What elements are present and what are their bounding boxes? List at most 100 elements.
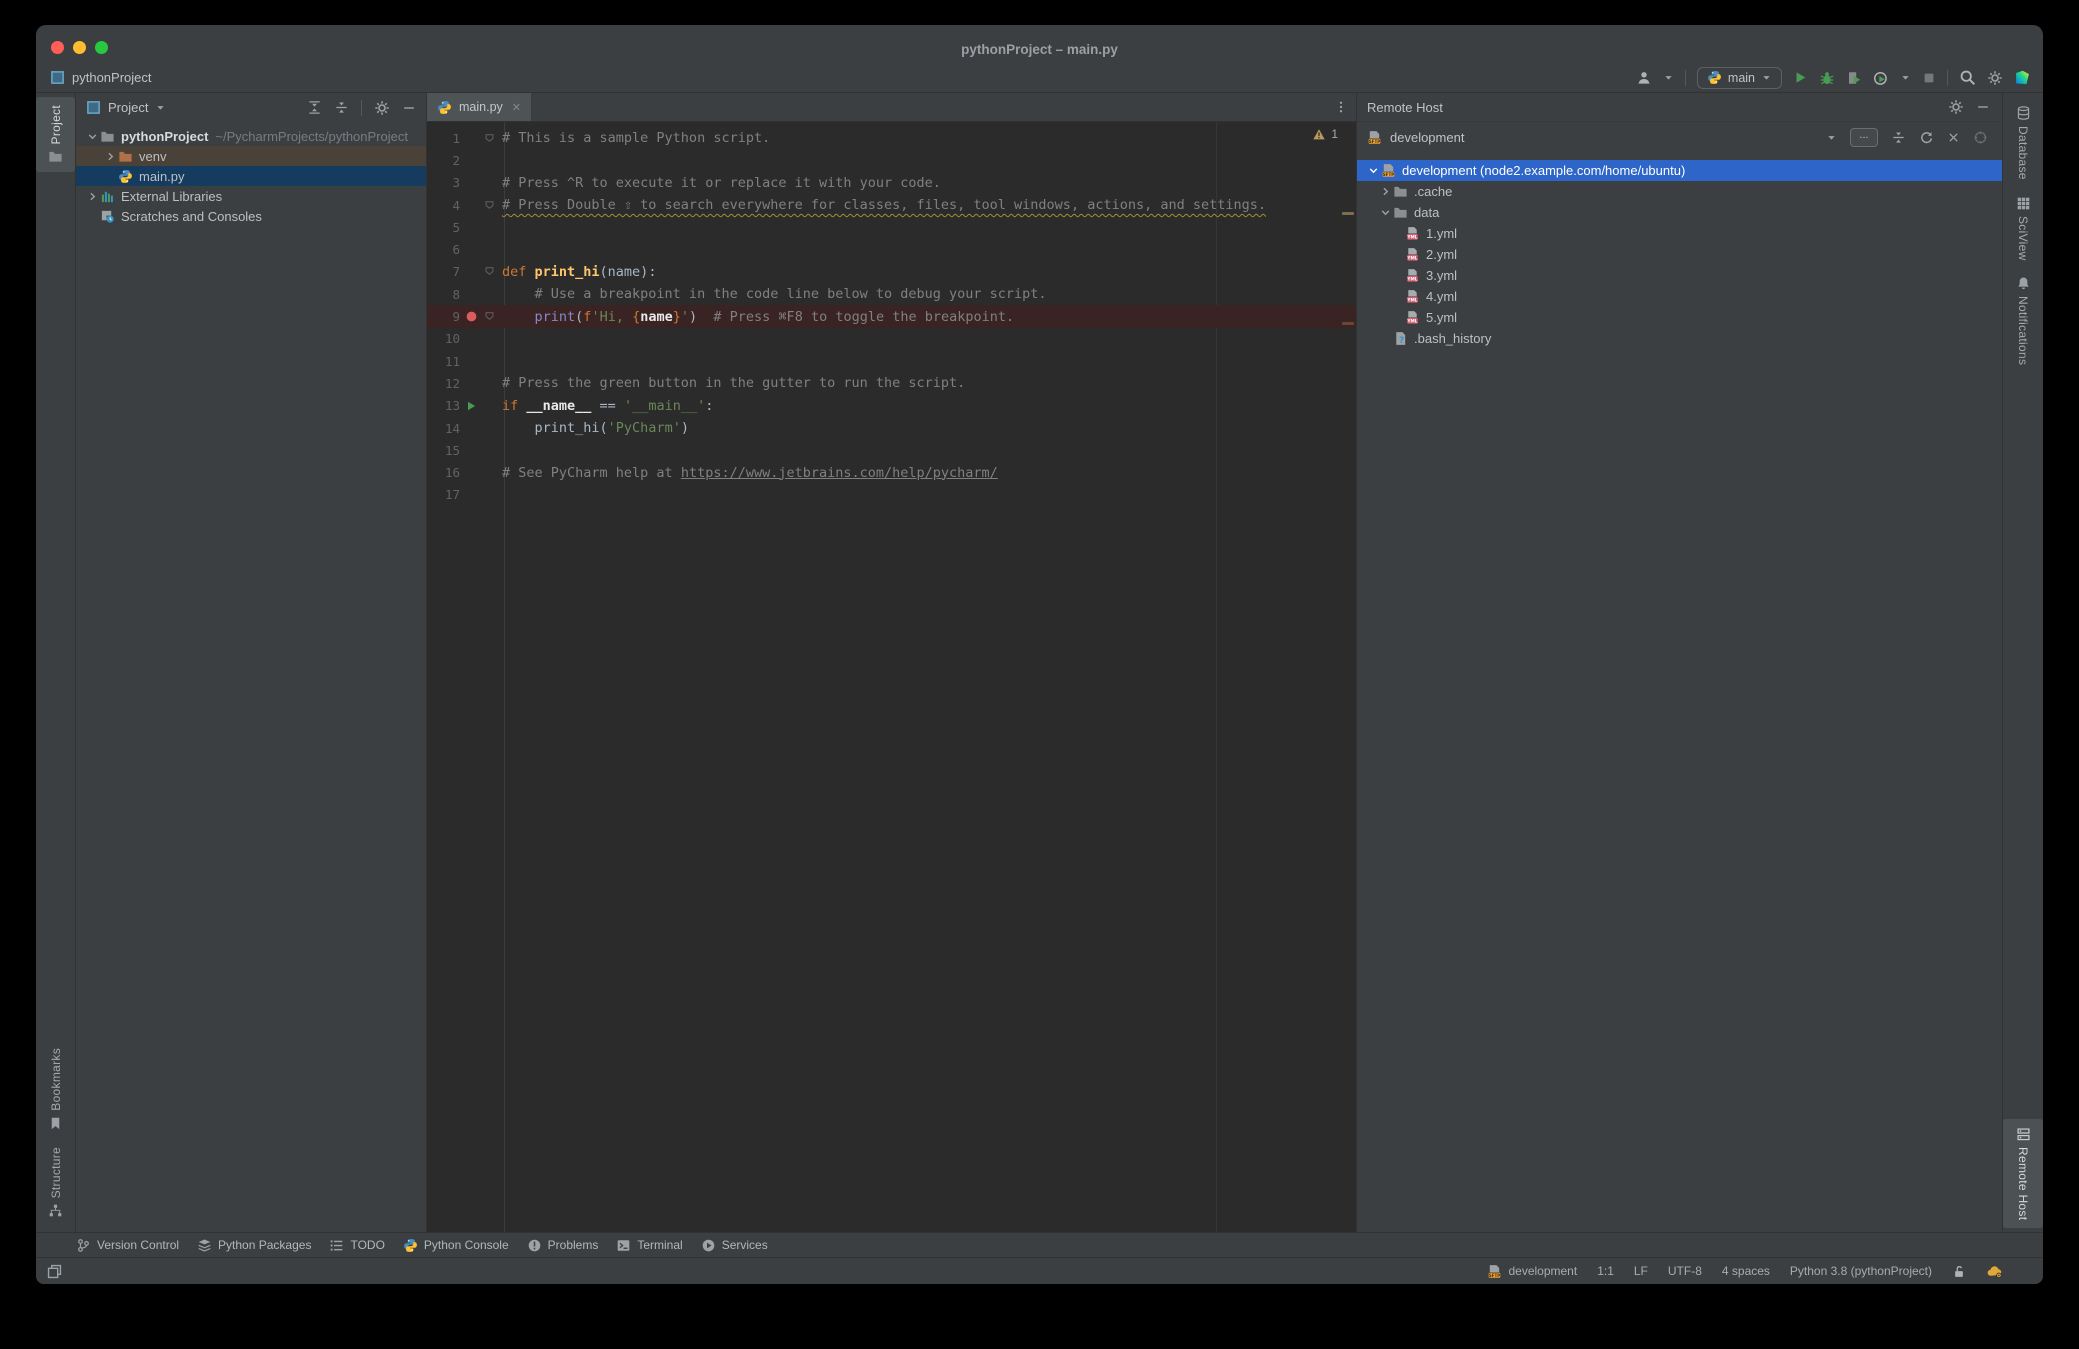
chevron-right-icon[interactable] [84,190,100,203]
stripe-tab-notifications[interactable]: Notifications [2003,268,2043,373]
chevron-down-icon[interactable] [1377,206,1393,219]
status-item[interactable] [1952,1264,1966,1279]
title-bar[interactable]: pythonProject – main.py [36,25,2043,63]
tree-row[interactable]: .cache [1357,181,2002,202]
run-button[interactable] [1793,70,1808,85]
tree-row[interactable]: Scratches and Consoles [76,206,426,226]
gear-icon[interactable] [374,100,390,116]
editor-line-1[interactable]: 1 # This is a sample Python script. [427,127,1356,149]
coverage-button[interactable] [1846,70,1862,86]
line-number[interactable]: 11 [427,354,460,369]
tree-row[interactable]: data [1357,202,2002,223]
search-everywhere-button[interactable] [1959,69,1976,86]
line-number[interactable]: 2 [427,153,460,168]
stripe-tab-bookmarks[interactable]: Bookmarks [36,1040,75,1139]
minimize-window-button[interactable] [73,41,86,54]
line-number[interactable]: 8 [427,287,460,302]
tree-row[interactable]: SFTP development (node2.example.com/home/… [1357,160,2002,181]
hide-panel-icon[interactable] [1976,100,1990,114]
editor-line-5[interactable]: 5 [427,216,1356,238]
tool-window-button-todo[interactable]: TODO [329,1238,385,1253]
editor-line-16[interactable]: 16 # See PyCharm help at https://www.jetb… [427,461,1356,483]
line-number[interactable]: 9 [427,309,460,324]
editor-line-15[interactable]: 15 [427,439,1356,461]
status-item-development[interactable]: SFTP development [1487,1264,1577,1279]
editor-line-12[interactable]: 12 # Press the green button in the gutter… [427,372,1356,394]
stripe-tab-remote-host[interactable]: Remote Host [2003,1118,2043,1228]
inspections-widget[interactable]: 1 [1312,127,1338,141]
fold-marker-icon[interactable] [482,200,496,211]
close-window-button[interactable] [51,41,64,54]
line-number[interactable]: 16 [427,465,460,480]
editor-line-17[interactable]: 17 [427,484,1356,506]
close-icon[interactable] [1947,131,1960,144]
line-number[interactable]: 15 [427,443,460,458]
editor-line-6[interactable]: 6 [427,238,1356,260]
chevron-down-icon[interactable] [1826,132,1837,143]
tree-row[interactable]: main.py [76,166,426,186]
chevron-right-icon[interactable] [102,150,118,163]
gear-icon[interactable] [1948,99,1964,115]
editor-line-4[interactable]: 4 # Press Double ⇧ to search everywhere f… [427,194,1356,216]
stripe-tab-structure[interactable]: Structure [36,1139,75,1226]
project-panel-title[interactable]: Project [108,100,148,115]
server-select[interactable]: development [1390,130,1464,145]
error-stripe-breakpoint-mark[interactable] [1342,322,1354,325]
status-item-lf[interactable]: LF [1634,1264,1648,1278]
line-number[interactable]: 12 [427,376,460,391]
code-editor[interactable]: 1 # This is a sample Python script. 2 3 # Pr… [427,122,1356,1232]
line-number[interactable]: 17 [427,487,460,502]
run-configuration-select[interactable]: main [1696,66,1782,89]
tool-window-button-python-console[interactable]: Python Console [403,1238,509,1253]
status-item-python-3-8-pythonproject-[interactable]: Python 3.8 (pythonProject) [1790,1264,1932,1278]
zoom-window-button[interactable] [95,41,108,54]
editor-line-7[interactable]: 7 def print_hi(name): [427,261,1356,283]
chevron-down-icon[interactable] [1900,72,1911,83]
tree-row[interactable]: ? .bash_history [1357,328,2002,349]
editor-line-11[interactable]: 11 [427,350,1356,372]
editor-line-10[interactable]: 10 [427,328,1356,350]
fold-marker-icon[interactable] [482,311,496,322]
line-number[interactable]: 7 [427,264,460,279]
jetbrains-toolbox-icon[interactable] [2014,69,2031,86]
tree-row[interactable]: YML 4.yml [1357,286,2002,307]
error-stripe-warning-mark[interactable] [1342,212,1354,215]
tool-window-button-problems[interactable]: Problems [527,1238,598,1253]
line-number[interactable]: 13 [427,398,460,413]
profiler-button[interactable] [1873,70,1889,86]
chevron-down-icon[interactable] [1663,72,1674,83]
chevron-right-icon[interactable] [1377,185,1393,198]
browse-button[interactable]: ... [1850,127,1878,147]
chevron-down-icon[interactable] [155,102,166,113]
breakpoint-icon[interactable] [460,310,482,323]
fold-marker-icon[interactable] [482,133,496,144]
stripe-tab-sciview[interactable]: SciView [2003,188,2043,269]
line-number[interactable]: 5 [427,220,460,235]
run-gutter-icon[interactable] [460,400,482,412]
line-number[interactable]: 4 [427,198,460,213]
select-opened-file-icon[interactable] [307,100,322,115]
hide-panel-icon[interactable] [402,101,416,115]
breadcrumb-project[interactable]: pythonProject [72,70,152,85]
tool-window-button-version-control[interactable]: Version Control [76,1238,179,1253]
debug-button[interactable] [1819,70,1835,86]
tool-window-button-terminal[interactable]: Terminal [616,1238,683,1253]
tree-row[interactable]: External Libraries [76,186,426,206]
tab-main-py[interactable]: main.py ✕ [427,93,531,121]
tree-row[interactable]: YML 1.yml [1357,223,2002,244]
editor-line-3[interactable]: 3 # Press ^R to execute it or replace it … [427,172,1356,194]
status-item[interactable] [1986,1263,2003,1279]
status-item-1-1[interactable]: 1:1 [1597,1264,1614,1278]
stop-button[interactable] [1922,71,1936,85]
collapse-all-icon[interactable] [1891,130,1906,145]
settings-button[interactable] [1987,70,2003,86]
status-item-4-spaces[interactable]: 4 spaces [1722,1264,1770,1278]
stripe-tab-project[interactable]: Project [36,97,75,173]
chevron-down-icon[interactable] [84,130,100,143]
tree-row[interactable]: YML 2.yml [1357,244,2002,265]
tree-row[interactable]: venv [76,146,426,166]
tab-options-kebab-icon[interactable] [1334,93,1348,121]
breadcrumb[interactable]: pythonProject [50,70,152,85]
stripe-tab-database[interactable]: Database [2003,97,2043,188]
tool-window-button-services[interactable]: Services [701,1238,768,1253]
